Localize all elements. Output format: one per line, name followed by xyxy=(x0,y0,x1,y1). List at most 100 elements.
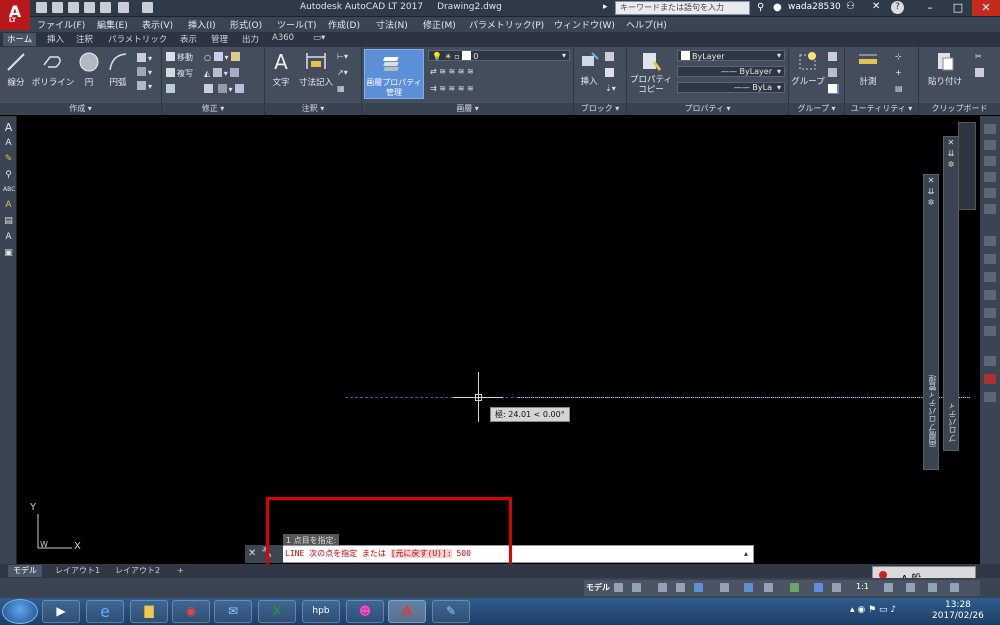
menu-dimension[interactable]: 寸法(N) xyxy=(376,18,408,31)
rtool-7-icon[interactable] xyxy=(984,236,996,246)
linetype-dropdown[interactable]: —— ByLayer ▾ xyxy=(677,66,785,77)
start-button[interactable] xyxy=(2,599,38,624)
rtool-9-icon[interactable] xyxy=(984,272,996,282)
tab-output[interactable]: 出力 xyxy=(242,33,259,45)
exchange-icon[interactable]: ✕ xyxy=(872,1,880,12)
edit-block-icon[interactable] xyxy=(605,68,616,78)
rtool-13-icon[interactable] xyxy=(984,356,996,366)
measure-button[interactable]: 計測 xyxy=(853,50,883,87)
save-icon[interactable] xyxy=(68,2,79,13)
spell-check-icon[interactable]: ABC xyxy=(3,184,15,195)
polyline-button[interactable]: ポリライン xyxy=(30,51,76,88)
insert-block-button[interactable]: 挿入 xyxy=(576,50,602,87)
a360-icon[interactable]: ⚇ xyxy=(846,1,855,12)
tab-a360[interactable]: A360 xyxy=(272,33,294,43)
close-button[interactable]: ✕ xyxy=(972,0,1000,16)
menu-draw[interactable]: 作成(D) xyxy=(328,18,360,31)
text-field-icon[interactable]: ▣ xyxy=(3,248,14,259)
panel-layers-title[interactable]: 画層 ▾ xyxy=(362,103,573,115)
command-history-toggle-icon[interactable]: ▴ xyxy=(744,549,748,558)
media-player-icon[interactable]: ▶ xyxy=(42,600,80,623)
menu-window[interactable]: ウィンドウ(W) xyxy=(554,18,615,31)
leader-icon[interactable]: ⊢▾ xyxy=(337,52,348,62)
paste-button[interactable]: 貼り付け xyxy=(925,50,965,87)
rtool-14-icon[interactable] xyxy=(984,374,996,384)
justify-text-icon[interactable]: ▤ xyxy=(3,216,14,227)
rtool-10-icon[interactable] xyxy=(984,290,996,300)
autoscale-icon[interactable] xyxy=(832,583,841,592)
rtool-11-icon[interactable] xyxy=(984,308,996,318)
panel-utilities-title[interactable]: ユーティリティ ▾ xyxy=(845,103,918,115)
edit-text-icon[interactable]: ✎ xyxy=(3,154,14,165)
menu-edit[interactable]: 編集(E) xyxy=(97,18,128,31)
text-tool-icon[interactable]: A xyxy=(3,122,14,133)
tab-home[interactable]: ホーム xyxy=(3,33,37,46)
search-input[interactable]: キーワードまたは語句を入力 xyxy=(615,1,750,15)
properties-palette[interactable]: ✕ ⇊ ✲ プロパティ xyxy=(943,136,959,451)
hpb-icon[interactable]: hpb xyxy=(302,600,340,623)
minimize-button[interactable]: – xyxy=(916,0,944,16)
line-button[interactable]: 線分 xyxy=(4,51,28,88)
autocad-taskbar-icon[interactable]: A xyxy=(388,600,426,623)
tab-parametric[interactable]: パラメトリック xyxy=(108,33,167,45)
point-icon[interactable]: + xyxy=(895,68,902,78)
panel-draw-title[interactable]: 作成 ▾ xyxy=(0,103,161,115)
rectangle-icon[interactable]: ▾ xyxy=(137,53,152,63)
excel-icon[interactable]: X xyxy=(258,600,296,623)
user-icon[interactable]: ● xyxy=(773,2,782,13)
group-select-icon[interactable] xyxy=(828,84,839,94)
rtool-1-icon[interactable] xyxy=(984,124,996,134)
clock[interactable]: 13:28 2017/02/26 xyxy=(932,600,984,622)
arc-button[interactable]: 円弧 xyxy=(106,51,130,88)
rtool-12-icon[interactable] xyxy=(984,326,996,336)
grid-icon[interactable] xyxy=(614,583,623,592)
copy-button[interactable]: 複写 xyxy=(166,68,193,78)
lineweight-dropdown[interactable]: —— ByLa ▾ xyxy=(677,82,785,93)
menu-file[interactable]: ファイル(F) xyxy=(37,18,85,31)
rtool-3-icon[interactable] xyxy=(984,156,996,166)
ortho-icon[interactable] xyxy=(658,583,667,592)
group-edit-icon[interactable] xyxy=(828,68,839,78)
rtool-5-icon[interactable] xyxy=(984,188,996,198)
annotation-scale[interactable]: 1:1 xyxy=(856,582,869,591)
table-icon[interactable]: ▦ xyxy=(337,84,345,94)
menu-tools[interactable]: ツール(T) xyxy=(277,18,317,31)
color-dropdown[interactable]: ByLayer ▾ xyxy=(677,50,785,61)
mtext-tool-icon[interactable]: A xyxy=(3,138,14,149)
tab-layout1[interactable]: レイアウト1 xyxy=(50,565,105,577)
new-icon[interactable] xyxy=(36,2,47,13)
model-space-label[interactable]: モデル xyxy=(586,582,610,593)
mirror-icon[interactable]: ◭ ▾ xyxy=(204,68,241,78)
multileader-icon[interactable]: ↗▾ xyxy=(337,68,348,78)
text-button[interactable]: A 文字 xyxy=(269,51,293,88)
ribbon-toggle-icon[interactable]: ▭▾ xyxy=(313,33,325,43)
menu-parametric[interactable]: パラメトリック(P) xyxy=(469,18,544,31)
hatch-icon[interactable]: ▾ xyxy=(137,67,152,77)
create-block-icon[interactable] xyxy=(605,52,616,62)
panel-modify-title[interactable]: 修正 ▾ xyxy=(162,103,264,115)
thunderbird-icon[interactable]: ✉ xyxy=(214,600,252,623)
panel-groups-title[interactable]: グループ ▾ xyxy=(789,103,844,115)
circle-button[interactable]: 円 xyxy=(78,51,100,88)
tab-model[interactable]: モデル xyxy=(8,565,42,577)
boundary-icon[interactable]: ▾ xyxy=(137,81,152,91)
find-text-icon[interactable]: ⚲ xyxy=(3,170,14,181)
osnap-icon[interactable] xyxy=(694,583,703,592)
saveas-icon[interactable] xyxy=(84,2,95,13)
layer-tools-row2-icon[interactable]: ⇉ ≋ ≋ ≋ ≋ xyxy=(430,84,474,94)
move-button[interactable]: 移動 xyxy=(166,52,193,62)
selection-cycle-icon[interactable] xyxy=(790,583,799,592)
redo-icon[interactable] xyxy=(142,2,153,13)
copy-clip-icon[interactable] xyxy=(975,68,986,78)
scale-icon[interactable]: ▾ xyxy=(204,84,246,94)
cut-icon[interactable]: ✂ xyxy=(975,52,982,62)
rtool-4-icon[interactable] xyxy=(984,172,996,182)
match-properties-button[interactable]: プロパティ コピー xyxy=(629,50,673,95)
polar-icon[interactable] xyxy=(676,583,685,592)
chrome-icon[interactable]: ◉ xyxy=(172,600,210,623)
rtool-8-icon[interactable] xyxy=(984,254,996,264)
menu-view[interactable]: 表示(V) xyxy=(142,18,173,31)
panel-block-title[interactable]: ブロック ▾ xyxy=(574,103,626,115)
menu-insert[interactable]: 挿入(I) xyxy=(188,18,216,31)
dimension-button[interactable]: 寸法記入 xyxy=(298,51,334,88)
